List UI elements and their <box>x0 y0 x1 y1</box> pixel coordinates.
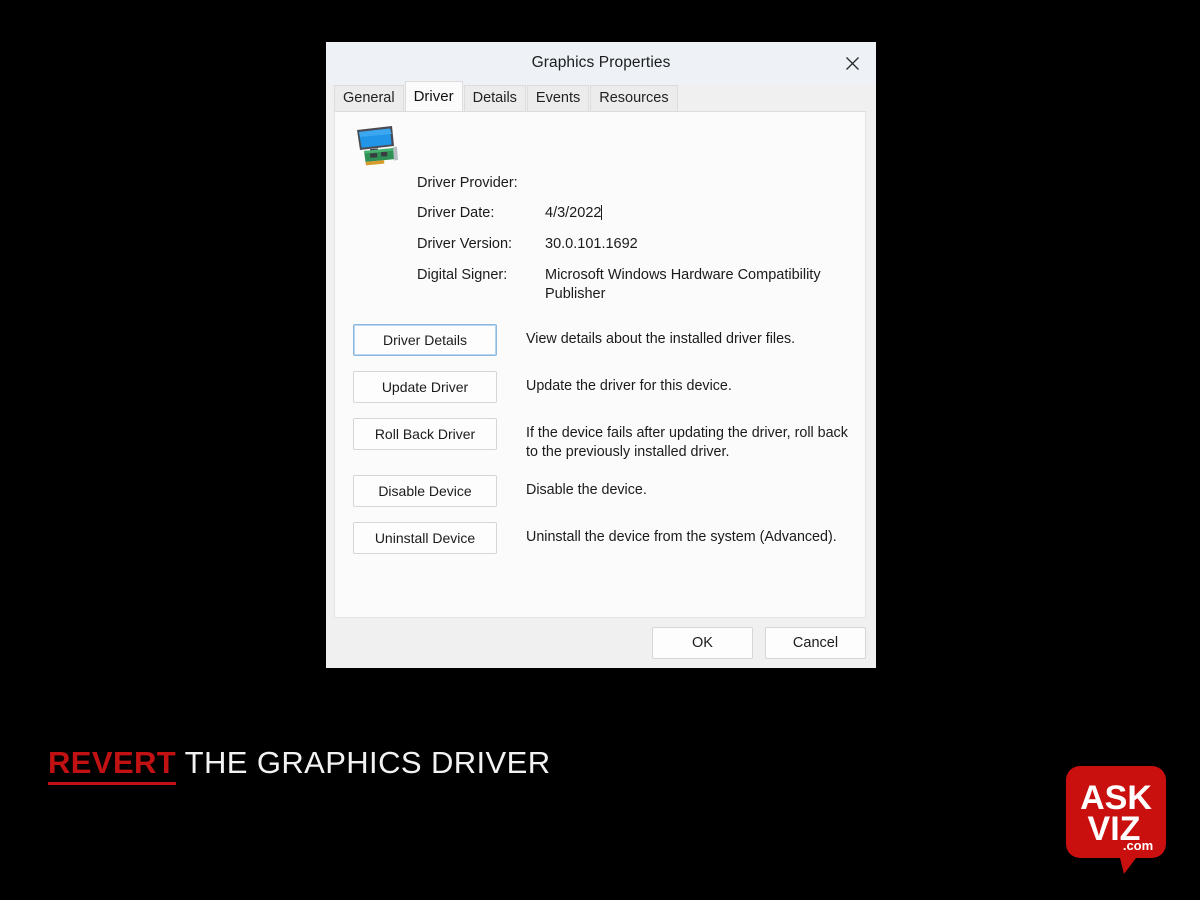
tab-details[interactable]: Details <box>463 85 526 112</box>
dialog-footer: OK Cancel <box>326 618 876 668</box>
cancel-button[interactable]: Cancel <box>765 627 866 659</box>
update-driver-button[interactable]: Update Driver <box>353 371 497 403</box>
info-row-digital-signer: Digital Signer: Microsoft Windows Hardwa… <box>417 266 847 304</box>
driver-date-text: 4/3/2022 <box>545 205 602 221</box>
tab-resources[interactable]: Resources <box>590 85 678 112</box>
driver-version-label: Driver Version: <box>417 236 513 252</box>
uninstall-device-description: Uninstall the device from the system (Ad… <box>526 529 837 545</box>
caption: REVERT THE GRAPHICS DRIVER <box>48 745 551 785</box>
roll-back-driver-description: If the device fails after updating the d… <box>526 425 848 460</box>
disable-device-button[interactable]: Disable Device <box>353 475 497 507</box>
driver-details-description: View details about the installed driver … <box>526 331 796 347</box>
uninstall-device-button[interactable]: Uninstall Device <box>353 522 497 554</box>
text-caret <box>601 205 603 220</box>
info-row-driver-version: Driver Version: 30.0.101.1692 <box>417 235 847 254</box>
close-icon[interactable] <box>829 42 876 84</box>
logo-line3: .com <box>1123 838 1153 853</box>
digital-signer-label: Digital Signer: <box>417 267 508 283</box>
graphics-properties-dialog: Graphics Properties General Driver Detai… <box>326 42 876 668</box>
askviz-logo: ASK VIZ .com <box>1066 766 1166 874</box>
driver-tab-panel: Driver Provider: Driver Date: 4/3/2022 D… <box>334 111 866 618</box>
driver-actions-list: Driver Details View details about the in… <box>353 324 855 569</box>
tab-driver[interactable]: Driver <box>404 81 463 111</box>
tab-general[interactable]: General <box>334 85 404 112</box>
info-row-driver-provider: Driver Provider: <box>417 174 847 192</box>
dialog-titlebar: Graphics Properties <box>326 42 876 84</box>
caption-rest: THE GRAPHICS DRIVER <box>176 745 551 780</box>
driver-provider-label: Driver Provider: <box>417 175 518 191</box>
driver-date-label: Driver Date: <box>417 205 495 221</box>
action-row-update-driver: Update Driver Update the driver for this… <box>353 371 855 405</box>
action-row-disable-device: Disable Device Disable the device. <box>353 475 855 509</box>
ok-button[interactable]: OK <box>652 627 753 659</box>
driver-version-value: 30.0.101.1692 <box>545 236 638 252</box>
dialog-tabstrip: General Driver Details Events Resources <box>326 81 876 112</box>
tab-events[interactable]: Events <box>526 85 590 112</box>
caption-accent: REVERT <box>48 745 177 785</box>
digital-signer-value: Microsoft Windows Hardware Compatibility… <box>545 267 821 302</box>
driver-date-value: 4/3/2022 <box>545 204 603 223</box>
disable-device-description: Disable the device. <box>526 482 647 498</box>
update-driver-description: Update the driver for this device. <box>526 378 732 394</box>
info-row-driver-date: Driver Date: 4/3/2022 <box>417 204 847 223</box>
roll-back-driver-button[interactable]: Roll Back Driver <box>353 418 497 450</box>
dialog-title: Graphics Properties <box>531 54 671 71</box>
action-row-roll-back-driver: Roll Back Driver If the device fails aft… <box>353 418 855 462</box>
graphics-adapter-icon <box>354 124 400 168</box>
driver-info-block: Driver Provider: Driver Date: 4/3/2022 D… <box>417 174 847 316</box>
driver-details-button[interactable]: Driver Details <box>353 324 497 356</box>
action-row-uninstall-device: Uninstall Device Uninstall the device fr… <box>353 522 855 556</box>
action-row-driver-details: Driver Details View details about the in… <box>353 324 855 358</box>
